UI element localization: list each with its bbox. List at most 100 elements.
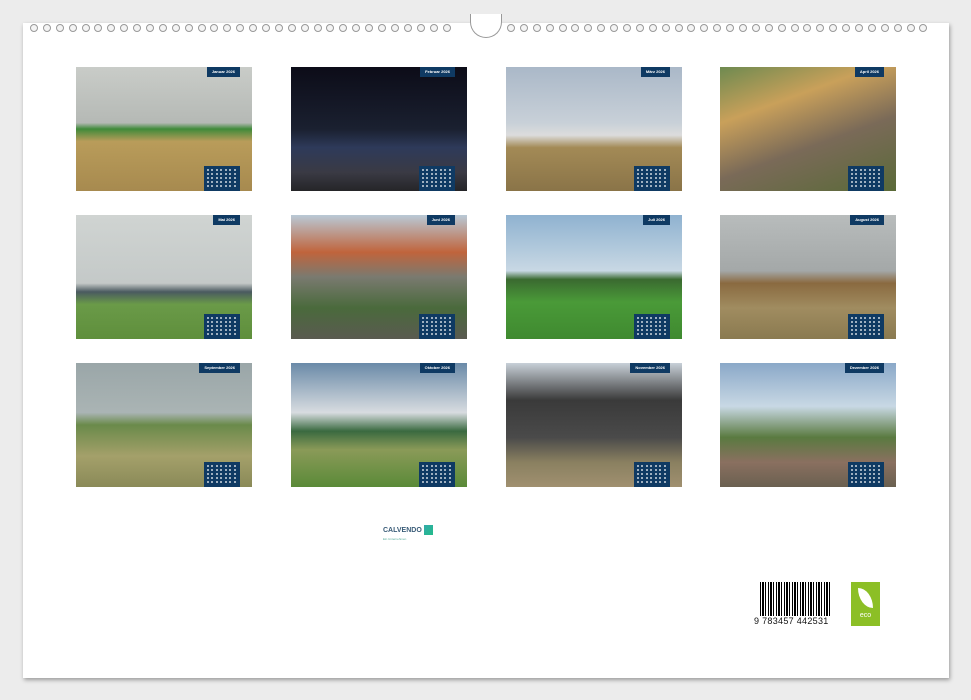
binding-hole <box>533 24 541 32</box>
month-thumbnail: November 2026 <box>506 363 682 487</box>
binding-hole <box>584 24 592 32</box>
month-label: November 2026 <box>630 363 670 373</box>
binding-hole <box>713 24 721 32</box>
binding-hole <box>30 24 38 32</box>
binding-hole <box>571 24 579 32</box>
binding-hole <box>610 24 618 32</box>
binding-hole <box>778 24 786 32</box>
month-label: September 2026 <box>199 363 240 373</box>
leaf-icon <box>858 588 873 608</box>
binding-hole <box>662 24 670 32</box>
binding-hole <box>687 24 695 32</box>
mini-calendar <box>634 314 670 339</box>
binding-hole <box>314 24 322 32</box>
publisher-tagline: Ein Unternehmen <box>383 537 422 541</box>
binding-hole <box>546 24 554 32</box>
mini-calendar <box>419 314 455 339</box>
mini-calendar <box>419 166 455 191</box>
binding-hole <box>559 24 567 32</box>
binding-hole <box>636 24 644 32</box>
publisher-name: CALVENDO <box>383 527 422 534</box>
mini-calendar <box>634 462 670 487</box>
binding-hole <box>700 24 708 32</box>
binding-hole <box>365 24 373 32</box>
binding-hole <box>829 24 837 32</box>
month-label: Juni 2026 <box>427 215 455 225</box>
binding-hole <box>842 24 850 32</box>
binding-hole <box>430 24 438 32</box>
month-label: Januar 2026 <box>207 67 240 77</box>
binding-hole <box>791 24 799 32</box>
binding-hole <box>210 24 218 32</box>
month-thumbnail: September 2026 <box>76 363 252 487</box>
binding-hole <box>288 24 296 32</box>
binding-hole <box>120 24 128 32</box>
binding-hole <box>159 24 167 32</box>
mini-calendar <box>848 462 884 487</box>
month-label: März 2026 <box>641 67 670 77</box>
binding-hole <box>275 24 283 32</box>
binding-hole <box>855 24 863 32</box>
binding-hole <box>752 24 760 32</box>
binding-hole <box>69 24 77 32</box>
barcode <box>760 582 832 616</box>
binding-hole <box>881 24 889 32</box>
binding-hole <box>146 24 154 32</box>
month-label: Mai 2026 <box>213 215 240 225</box>
mini-calendar <box>848 314 884 339</box>
binding-hole <box>443 24 451 32</box>
mini-calendar <box>419 462 455 487</box>
calvendo-mark-icon <box>424 525 433 535</box>
month-thumbnail: März 2026 <box>506 67 682 191</box>
binding-hole <box>249 24 257 32</box>
binding-hole <box>907 24 915 32</box>
calvendo-logo: CALVENDO Ein Unternehmen <box>383 519 433 541</box>
isbn-number: 9 783457 442531 <box>754 616 829 626</box>
binding-hole <box>417 24 425 32</box>
binding-hole <box>172 24 180 32</box>
binding-hole <box>507 24 515 32</box>
month-thumbnail: August 2026 <box>720 215 896 339</box>
binding-hole <box>223 24 231 32</box>
binding-hole <box>56 24 64 32</box>
binding-hole <box>597 24 605 32</box>
binding-hole <box>198 24 206 32</box>
binding-hole <box>236 24 244 32</box>
month-thumbnail: Oktober 2026 <box>291 363 467 487</box>
binding-hole <box>649 24 657 32</box>
binding-hole <box>43 24 51 32</box>
month-thumbnail: Februar 2026 <box>291 67 467 191</box>
month-thumbnail: Juni 2026 <box>291 215 467 339</box>
binding-hole <box>868 24 876 32</box>
binding-hole <box>623 24 631 32</box>
month-thumbnail: Dezember 2026 <box>720 363 896 487</box>
binding-hole <box>133 24 141 32</box>
binding-hole <box>352 24 360 32</box>
binding-hole <box>894 24 902 32</box>
month-label: Oktober 2026 <box>420 363 455 373</box>
month-label: Dezember 2026 <box>845 363 884 373</box>
binding-hole <box>675 24 683 32</box>
mini-calendar <box>634 166 670 191</box>
month-label: April 2026 <box>855 67 884 77</box>
binding-hole <box>765 24 773 32</box>
month-label: August 2026 <box>850 215 884 225</box>
month-thumbnail: Januar 2026 <box>76 67 252 191</box>
binding-hole <box>919 24 927 32</box>
mini-calendar <box>204 462 240 487</box>
month-thumbnail: Juli 2026 <box>506 215 682 339</box>
month-label: Februar 2026 <box>420 67 455 77</box>
mini-calendar <box>204 166 240 191</box>
binding-hole <box>816 24 824 32</box>
month-thumbnail: April 2026 <box>720 67 896 191</box>
binding-hole <box>726 24 734 32</box>
mini-calendar <box>848 166 884 191</box>
binding-hole <box>339 24 347 32</box>
binding-hole <box>185 24 193 32</box>
binding-hole <box>262 24 270 32</box>
eco-label: eco <box>860 612 871 619</box>
binding-hole <box>520 24 528 32</box>
binding-hole <box>94 24 102 32</box>
binding-hole <box>326 24 334 32</box>
binding-hole <box>739 24 747 32</box>
